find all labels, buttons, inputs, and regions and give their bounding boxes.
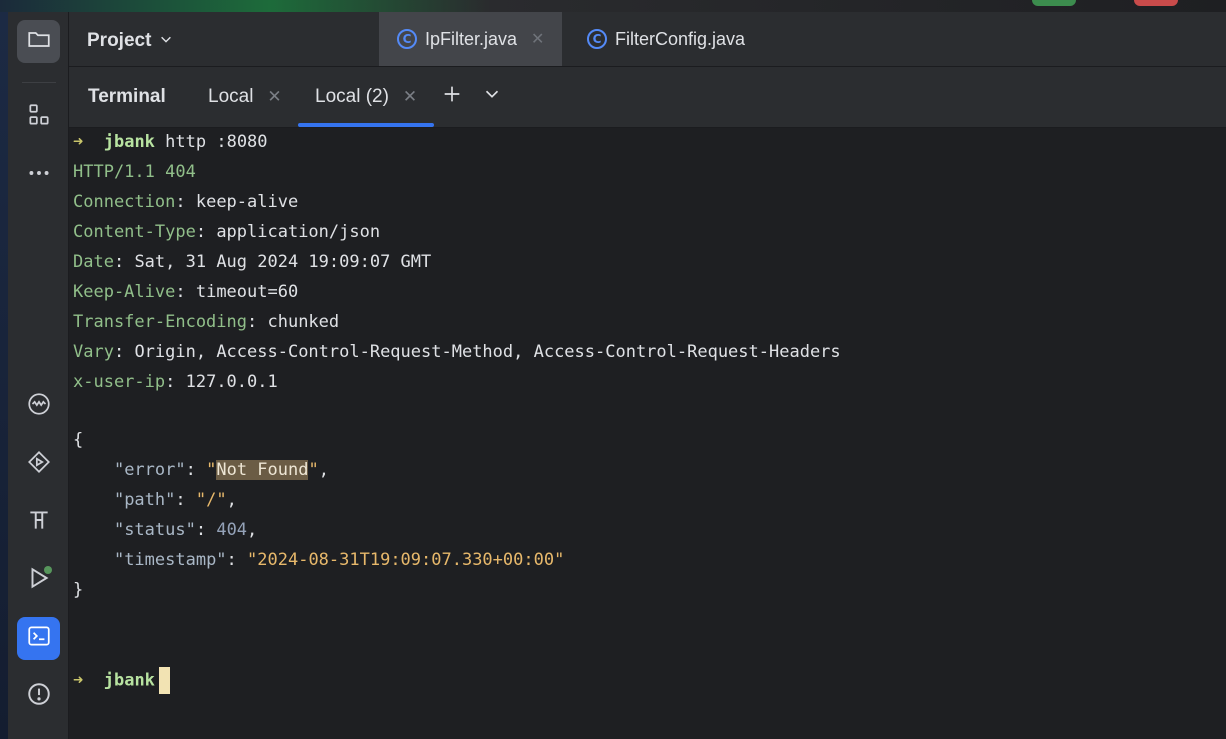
more-tools-button[interactable]	[17, 154, 60, 197]
json-timestamp-line: "timestamp": "2024-08-31T19:09:07.330+00…	[113, 550, 565, 570]
header-line: Content-Type: application/json	[73, 222, 381, 242]
header-line: Transfer-Encoding: chunked	[73, 312, 340, 332]
editor-tab-label: FilterConfig.java	[615, 28, 746, 49]
header-line: Keep-Alive: timeout=60	[73, 282, 299, 302]
run-icon	[26, 449, 52, 480]
window-close-button[interactable]	[1134, 0, 1178, 6]
project-selector[interactable]: Project	[87, 30, 173, 52]
folder-icon	[26, 26, 52, 57]
status-line: HTTP/1.1 404	[73, 162, 196, 182]
project-label: Project	[87, 30, 152, 51]
terminal-tab-label: Local	[208, 86, 254, 107]
editor-tab-ipfilter[interactable]: C IpFilter.java ✕	[379, 12, 563, 66]
terminal-title: Terminal	[88, 86, 166, 107]
running-indicator	[44, 566, 52, 574]
close-icon[interactable]: ✕	[267, 87, 281, 107]
terminal-icon	[26, 623, 52, 654]
terminal-output[interactable]: ➜ jbank http :8080 HTTP/1.1 404 Connecti…	[69, 128, 1226, 739]
problems-icon	[26, 681, 52, 712]
run-config-tool-button[interactable]	[17, 443, 60, 486]
services-tool-button[interactable]	[17, 385, 60, 428]
json-open-brace: {	[73, 430, 84, 450]
problems-tool-button[interactable]	[17, 675, 60, 718]
chevron-down-icon	[159, 30, 173, 52]
terminal-tool-button[interactable]	[17, 617, 60, 660]
terminal-tab-bar: Terminal Local ✕ Local (2) ✕	[69, 67, 1226, 128]
json-status-line: "status": 404,	[113, 520, 258, 540]
structure-icon	[26, 102, 52, 133]
terminal-tab-local-2[interactable]: Local (2) ✕	[315, 86, 417, 108]
search-highlight: Not Found	[216, 460, 309, 480]
plus-icon[interactable]	[441, 83, 463, 110]
services-icon	[26, 391, 52, 422]
terminal-tab-local[interactable]: Local ✕	[208, 86, 282, 108]
close-icon[interactable]: ✕	[403, 87, 417, 107]
text-cursor	[158, 667, 170, 694]
prompt-line[interactable]: ➜ jbank	[73, 667, 170, 694]
json-error-line: "error": "Not Found",	[113, 460, 329, 480]
window-maximize-button[interactable]	[1032, 0, 1076, 6]
header-line: Connection: keep-alive	[73, 192, 299, 212]
build-tool-button[interactable]	[17, 501, 60, 544]
java-class-icon: C	[397, 29, 417, 49]
structure-tool-button[interactable]	[17, 96, 60, 139]
chevron-down-icon[interactable]	[481, 83, 503, 110]
editor-header: Project C IpFilter.java ✕ C FilterConfig…	[69, 12, 1226, 67]
editor-tab-filterconfig[interactable]: C FilterConfig.java	[569, 12, 763, 66]
project-tool-button[interactable]	[17, 20, 60, 63]
run-tool-button[interactable]	[17, 559, 60, 602]
build-icon	[26, 507, 52, 538]
header-line: x-user-ip: 127.0.0.1	[73, 372, 278, 392]
terminal-tab-label: Local (2)	[315, 86, 389, 107]
command-line: ➜ jbank http :8080	[73, 132, 268, 152]
editor-tab-label: IpFilter.java	[425, 28, 518, 49]
header-line: Date: Sat, 31 Aug 2024 19:09:07 GMT	[73, 252, 432, 272]
active-tab-indicator	[298, 123, 434, 127]
close-tab-icon[interactable]: ✕	[531, 29, 544, 49]
more-icon	[26, 160, 52, 191]
header-line: Vary: Origin, Access-Control-Request-Met…	[73, 342, 841, 362]
tool-window-bar	[0, 12, 69, 739]
json-close-brace: }	[73, 580, 84, 600]
java-class-icon: C	[587, 29, 607, 49]
json-path-line: "path": "/",	[113, 490, 237, 510]
